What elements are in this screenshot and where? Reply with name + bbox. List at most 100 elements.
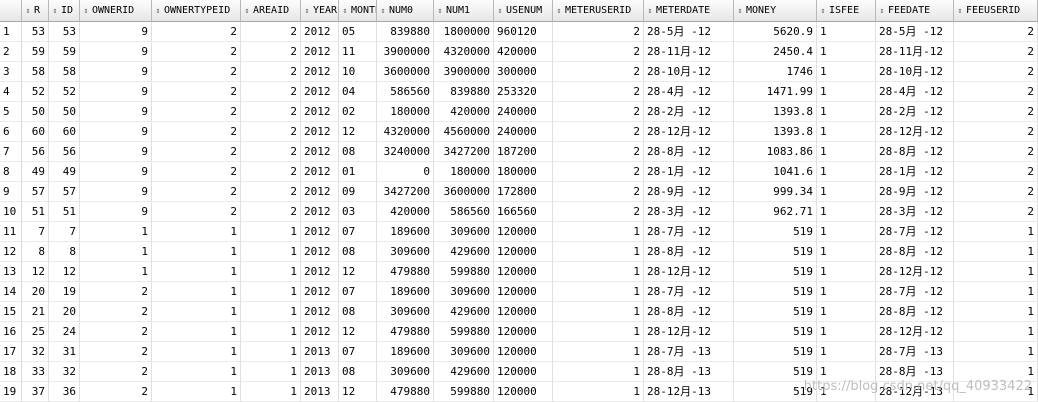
table-cell-feedate[interactable]: 28-7月 -12 [876,282,954,302]
table-cell-id[interactable]: 49 [49,162,80,182]
table-cell-meterdate[interactable]: 28-8月 -12 [644,302,734,322]
table-cell-areaid[interactable]: 2 [241,182,301,202]
table-cell-num0[interactable]: 586560 [377,82,434,102]
table-cell-id[interactable]: 36 [49,382,80,402]
sort-arrows-icon[interactable]: ⇕ [646,0,654,21]
sort-arrows-icon[interactable]: ⇕ [243,0,251,21]
table-cell-usenum[interactable]: 120000 [494,262,553,282]
table-cell-ownertypeid[interactable]: 2 [152,62,241,82]
table-cell-isfee[interactable]: 1 [817,182,876,202]
table-cell-isfee[interactable]: 1 [817,22,876,42]
table-cell-ownerid[interactable]: 2 [80,382,152,402]
table-cell-month[interactable]: 12 [339,262,377,282]
table-cell-areaid[interactable]: 1 [241,362,301,382]
table-cell-meteruserid[interactable]: 2 [553,122,644,142]
table-cell-isfee[interactable]: 1 [817,202,876,222]
table-cell-feeuserid[interactable]: 2 [954,202,1038,222]
table-cell-year[interactable]: 2012 [301,42,339,62]
table-cell-r[interactable]: 32 [22,342,49,362]
table-cell-money[interactable]: 519 [734,342,817,362]
sort-arrows-icon[interactable]: ⇕ [82,0,90,21]
table-cell-id[interactable]: 8 [49,242,80,262]
row-number[interactable]: 15 [0,302,22,322]
table-cell-ownertypeid[interactable]: 1 [152,342,241,362]
table-cell-meterdate[interactable]: 28-2月 -12 [644,102,734,122]
table-cell-ownertypeid[interactable]: 1 [152,222,241,242]
table-cell-isfee[interactable]: 1 [817,342,876,362]
table-cell-num1[interactable]: 4320000 [434,42,494,62]
table-cell-month[interactable]: 12 [339,382,377,402]
table-cell-ownerid[interactable]: 2 [80,362,152,382]
table-cell-money[interactable]: 519 [734,262,817,282]
table-cell-num1[interactable]: 429600 [434,362,494,382]
column-header-meteruserid[interactable]: ⇕ METERUSERID [553,0,644,22]
table-cell-money[interactable]: 962.71 [734,202,817,222]
table-cell-num1[interactable]: 3900000 [434,62,494,82]
row-number[interactable]: 7 [0,142,22,162]
table-cell-ownerid[interactable]: 9 [80,162,152,182]
table-cell-feedate[interactable]: 28-12月-12 [876,322,954,342]
table-cell-ownerid[interactable]: 2 [80,322,152,342]
table-cell-ownerid[interactable]: 9 [80,182,152,202]
table-cell-usenum[interactable]: 180000 [494,162,553,182]
table-cell-ownertypeid[interactable]: 1 [152,382,241,402]
table-cell-areaid[interactable]: 2 [241,62,301,82]
sort-arrows-icon[interactable]: ⇕ [51,0,59,21]
column-header-num0[interactable]: ⇕ NUM0 [377,0,434,22]
table-cell-year[interactable]: 2013 [301,362,339,382]
table-cell-feeuserid[interactable]: 2 [954,142,1038,162]
table-cell-num0[interactable]: 479880 [377,262,434,282]
table-cell-feedate[interactable]: 28-8月 -12 [876,142,954,162]
table-cell-feeuserid[interactable]: 2 [954,82,1038,102]
table-cell-month[interactable]: 04 [339,82,377,102]
table-cell-areaid[interactable]: 2 [241,42,301,62]
table-cell-ownertypeid[interactable]: 2 [152,102,241,122]
table-cell-feedate[interactable]: 28-11月-12 [876,42,954,62]
table-cell-r[interactable]: 52 [22,82,49,102]
table-cell-ownertypeid[interactable]: 1 [152,302,241,322]
column-header-month[interactable]: ⇕MONTH [339,0,377,22]
table-cell-ownertypeid[interactable]: 1 [152,362,241,382]
table-cell-feeuserid[interactable]: 2 [954,42,1038,62]
table-cell-areaid[interactable]: 1 [241,282,301,302]
table-cell-num0[interactable]: 839880 [377,22,434,42]
table-cell-feeuserid[interactable]: 1 [954,302,1038,322]
column-header-money[interactable]: ⇕ MONEY [734,0,817,22]
table-cell-num1[interactable]: 839880 [434,82,494,102]
table-cell-money[interactable]: 1393.8 [734,102,817,122]
table-cell-money[interactable]: 1393.8 [734,122,817,142]
table-cell-areaid[interactable]: 1 [241,262,301,282]
table-cell-r[interactable]: 60 [22,122,49,142]
table-cell-isfee[interactable]: 1 [817,142,876,162]
table-cell-feedate[interactable]: 28-12月-12 [876,122,954,142]
table-cell-ownertypeid[interactable]: 2 [152,82,241,102]
table-cell-id[interactable]: 7 [49,222,80,242]
table-cell-feedate[interactable]: 28-8月 -12 [876,302,954,322]
table-cell-feeuserid[interactable]: 2 [954,162,1038,182]
table-cell-usenum[interactable]: 240000 [494,102,553,122]
table-cell-areaid[interactable]: 1 [241,222,301,242]
table-cell-money[interactable]: 1471.99 [734,82,817,102]
sort-arrows-icon[interactable]: ⇕ [154,0,162,21]
table-cell-ownertypeid[interactable]: 2 [152,202,241,222]
table-cell-usenum[interactable]: 120000 [494,382,553,402]
table-cell-r[interactable]: 57 [22,182,49,202]
table-cell-meterdate[interactable]: 28-5月 -12 [644,22,734,42]
table-cell-isfee[interactable]: 1 [817,282,876,302]
table-cell-r[interactable]: 12 [22,262,49,282]
table-cell-meteruserid[interactable]: 1 [553,362,644,382]
table-cell-meteruserid[interactable]: 1 [553,242,644,262]
table-cell-num1[interactable]: 180000 [434,162,494,182]
table-cell-year[interactable]: 2012 [301,102,339,122]
table-cell-feedate[interactable]: 28-4月 -12 [876,82,954,102]
column-header-feedate[interactable]: ⇕ FEEDATE [876,0,954,22]
row-number[interactable]: 18 [0,362,22,382]
table-cell-r[interactable]: 49 [22,162,49,182]
table-cell-meterdate[interactable]: 28-12月-13 [644,382,734,402]
table-cell-usenum[interactable]: 120000 [494,362,553,382]
column-header-meterdate[interactable]: ⇕ METERDATE [644,0,734,22]
column-header-year[interactable]: ⇕ YEAR [301,0,339,22]
table-cell-feedate[interactable]: 28-5月 -12 [876,22,954,42]
table-cell-num1[interactable]: 420000 [434,102,494,122]
table-cell-num1[interactable]: 599880 [434,382,494,402]
